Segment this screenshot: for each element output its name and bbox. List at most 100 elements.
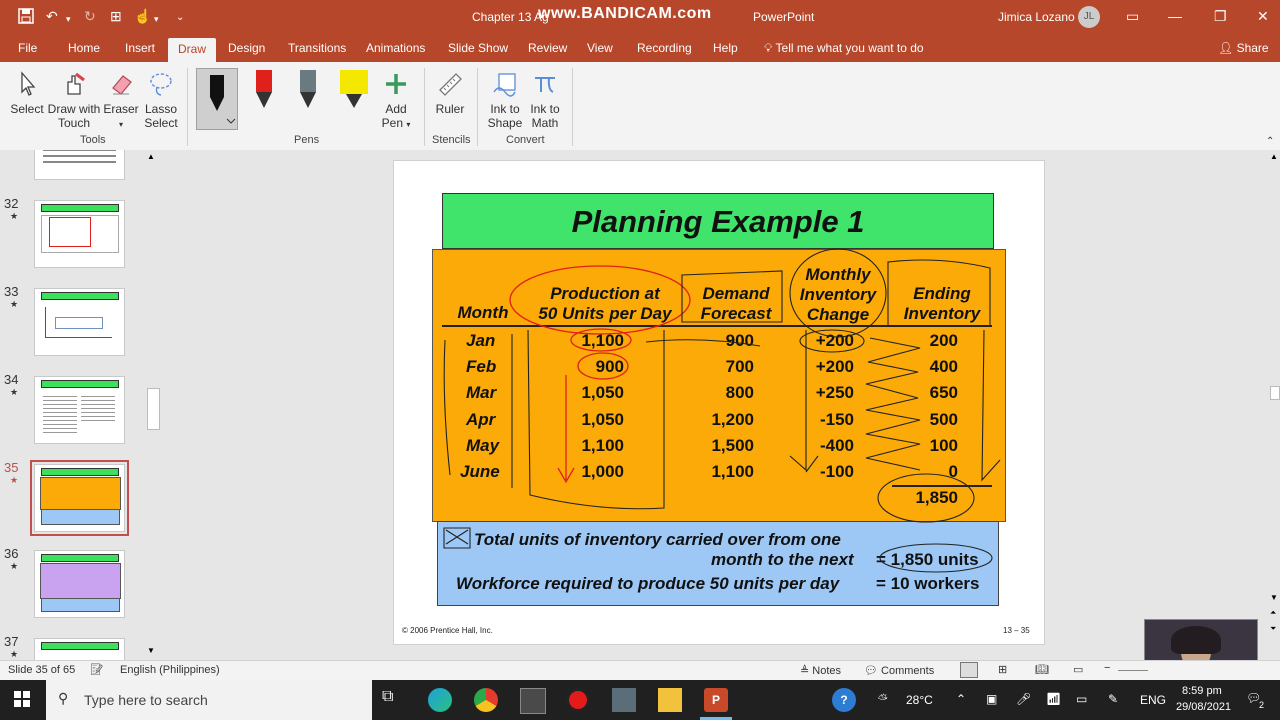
touch-mode-icon[interactable]: ☝	[134, 8, 151, 24]
scroll-down-icon[interactable]: ▼	[147, 646, 155, 655]
onedrive-icon[interactable]: ▣	[986, 692, 997, 706]
lasso-select-button[interactable]: Lasso Select	[142, 70, 180, 130]
slide-sorter-icon[interactable]: ⊞	[998, 663, 1007, 676]
help-icon[interactable]: ?	[832, 688, 856, 712]
clock-time[interactable]: 8:59 pm	[1182, 685, 1222, 697]
language-status[interactable]: English (Philippines)	[120, 664, 220, 676]
restore-icon[interactable]: ❐	[1214, 8, 1227, 25]
select-button[interactable]: Select	[8, 70, 46, 116]
tab-draw[interactable]: Draw	[168, 38, 217, 62]
present-icon[interactable]: ⊞	[110, 8, 122, 24]
slide-thumbnail-31[interactable]	[34, 150, 125, 180]
tab-review[interactable]: Review	[528, 41, 567, 55]
slide-thumbnail-32[interactable]	[34, 200, 125, 268]
tab-home[interactable]: Home	[68, 41, 100, 55]
tab-recording[interactable]: Recording	[637, 41, 692, 55]
draw-with-touch-button[interactable]: Draw with Touch	[46, 70, 102, 130]
tray-chevron-icon[interactable]: ⌃	[956, 692, 966, 706]
file-explorer-icon[interactable]	[658, 688, 682, 712]
zoom-slider[interactable]	[1118, 670, 1148, 671]
edge-icon[interactable]	[428, 688, 452, 712]
microphone-icon[interactable]: 🎤︎	[1016, 692, 1031, 706]
slide-thumbnail-34[interactable]	[34, 376, 125, 444]
avatar[interactable]: JL	[1078, 6, 1100, 28]
slide-thumbnail-35-selected[interactable]	[30, 460, 129, 536]
windows-start-icon[interactable]	[14, 691, 30, 710]
thumbnail-scrollbar[interactable]: ▲ ▼	[146, 150, 160, 660]
reading-view-icon[interactable]: 📖︎	[1035, 663, 1049, 676]
taskbar-search[interactable]: ⚲ Type here to search	[46, 680, 372, 720]
temperature[interactable]: 28°C	[906, 693, 933, 707]
normal-view-icon[interactable]	[960, 662, 978, 678]
tab-help[interactable]: Help	[713, 41, 738, 55]
highlighter-yellow[interactable]	[334, 68, 374, 124]
ink-to-math-button[interactable]: Ink to Math	[524, 70, 566, 130]
close-icon[interactable]: ✕	[1257, 8, 1269, 25]
task-view-icon[interactable]: ⧉	[382, 688, 406, 712]
eraser-button[interactable]: Eraser ▾	[102, 70, 140, 130]
clock-date[interactable]: 29/08/2021	[1176, 701, 1231, 713]
tab-design[interactable]: Design	[228, 41, 265, 55]
minimize-icon[interactable]: —	[1168, 8, 1182, 24]
production-cell: 1,000	[581, 462, 624, 481]
notes-button[interactable]: ≜ Notes	[800, 664, 841, 677]
slideshow-view-icon[interactable]: ▭	[1073, 663, 1083, 676]
header-demand-line2: Forecast	[700, 304, 772, 323]
next-slide-icon[interactable]: ⏷	[1270, 624, 1276, 634]
wifi-icon[interactable]: 📶︎	[1046, 692, 1061, 706]
eraser-dropdown-icon[interactable]: ▾	[119, 120, 123, 129]
user-name[interactable]: Jimica Lozano	[998, 10, 1075, 24]
tab-animations[interactable]: Animations	[366, 41, 425, 55]
ribbon-display-icon[interactable]: ▭	[1126, 8, 1139, 25]
slide-thumbnail-36[interactable]	[34, 550, 125, 618]
tell-me-search[interactable]: 💡︎ Tell me what you want to do	[764, 41, 924, 56]
pen-workspace-icon[interactable]: ✎	[1108, 692, 1118, 706]
scroll-thumb[interactable]	[1270, 386, 1280, 400]
tab-insert[interactable]: Insert	[125, 41, 155, 55]
redo-icon[interactable]: ↻	[84, 8, 96, 24]
eraser-icon	[112, 75, 132, 95]
tab-transitions[interactable]: Transitions	[288, 41, 346, 55]
header-ending-inventory: Ending Inventory	[894, 284, 990, 324]
app-icon[interactable]	[520, 688, 546, 714]
collapse-ribbon-icon[interactable]: ⌃	[1266, 136, 1274, 147]
slide-thumbnail-33[interactable]	[34, 288, 125, 356]
undo-dropdown-icon[interactable]: ▾	[66, 11, 71, 27]
undo-icon[interactable]: ↶	[46, 8, 58, 24]
save-icon[interactable]	[18, 8, 34, 27]
pen-red[interactable]	[244, 68, 284, 124]
slide-scrollbar[interactable]: ▲ ▼ ⏶ ⏷	[1268, 150, 1280, 660]
comments-button[interactable]: 💬︎ Comments	[864, 664, 934, 677]
touch-dropdown-icon[interactable]: ▾	[154, 11, 159, 27]
input-language[interactable]: ENG	[1140, 693, 1166, 707]
demand-cell: 900	[725, 331, 754, 350]
add-pen-button[interactable]: Add Pen ▾	[376, 70, 416, 130]
pen-gray[interactable]	[288, 68, 328, 124]
previous-slide-icon[interactable]: ⏶	[1270, 608, 1276, 618]
tab-view[interactable]: View	[587, 41, 613, 55]
ink-to-shape-button[interactable]: Ink to Shape	[484, 70, 526, 130]
tab-slide-show[interactable]: Slide Show	[448, 41, 508, 55]
change-cell: -100	[819, 462, 854, 481]
battery-icon[interactable]: ▭	[1076, 692, 1087, 706]
scroll-down-icon[interactable]: ▼	[1270, 593, 1278, 602]
weather-icon[interactable]: ⛅︎	[878, 692, 888, 707]
share-button[interactable]: 👤︎ Share	[1218, 41, 1269, 55]
scroll-up-icon[interactable]: ▲	[147, 152, 155, 161]
scroll-thumb[interactable]	[147, 388, 160, 430]
calculator-icon[interactable]	[612, 688, 636, 712]
slide-title[interactable]: Planning Example 1	[442, 193, 994, 249]
zoom-out-icon[interactable]: −	[1104, 662, 1110, 674]
spelling-check-icon[interactable]: 📝︎	[90, 663, 104, 676]
slide-thumbnail-37[interactable]	[34, 638, 125, 660]
tab-file[interactable]: File	[18, 41, 37, 55]
powerpoint-icon[interactable]: P	[704, 688, 728, 712]
ruler-button[interactable]: Ruler	[432, 70, 468, 116]
bandicam-record-icon[interactable]	[566, 688, 590, 712]
pi-math-icon	[535, 77, 555, 93]
customize-qat-icon[interactable]: ⌄	[176, 10, 184, 26]
scroll-up-icon[interactable]: ▲	[1270, 152, 1278, 161]
pen-black[interactable]	[196, 68, 238, 130]
chrome-icon[interactable]	[474, 688, 498, 712]
divider	[424, 68, 425, 146]
